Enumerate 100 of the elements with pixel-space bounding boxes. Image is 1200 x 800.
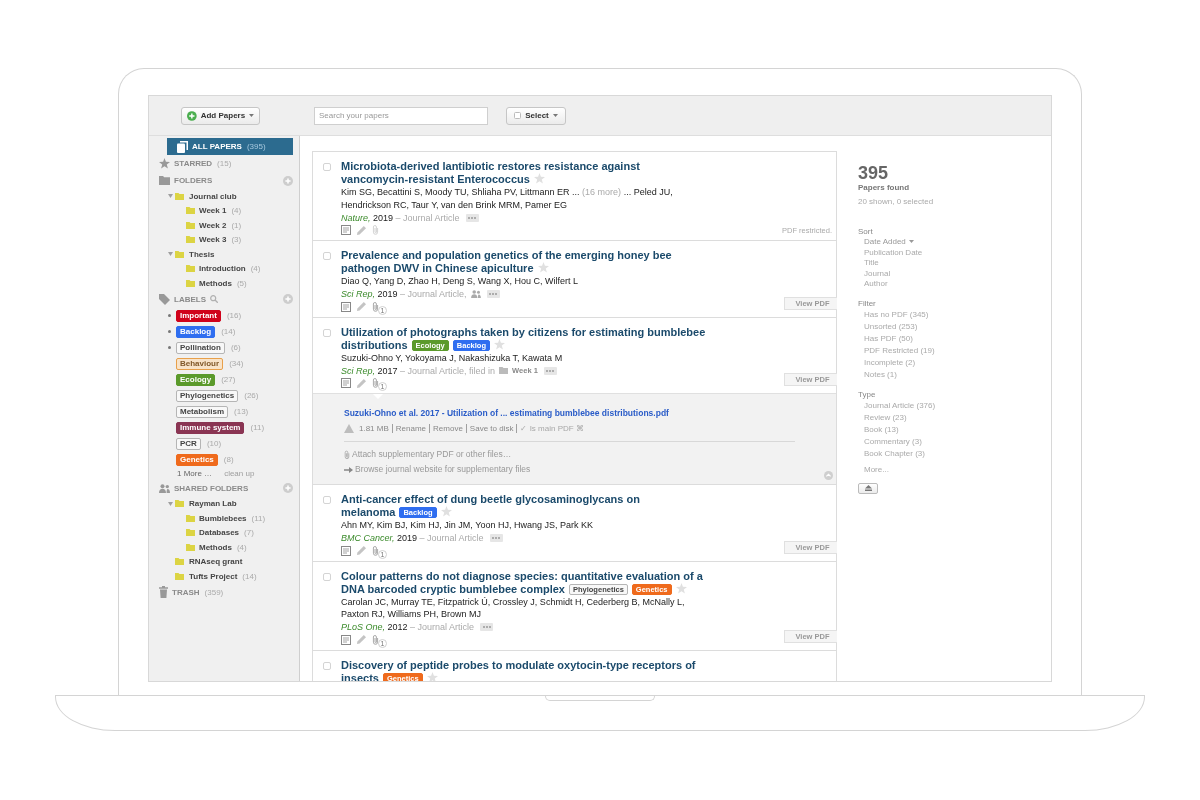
- checkbox[interactable]: [323, 496, 331, 504]
- more-labels-link[interactable]: 1 More …: [177, 469, 213, 478]
- collapse-icon[interactable]: [824, 471, 833, 480]
- filter-option[interactable]: Unsorted (253): [858, 320, 918, 333]
- sidebar-item[interactable]: LABELS: [149, 290, 206, 308]
- authors-text: Suzuki-Ohno Y, Yokoyama J, Nakashizuka T, Kawata M: [341, 351, 564, 364]
- paperclip-icon[interactable]: [372, 378, 379, 388]
- label-tag[interactable]: Immune system: [176, 421, 245, 434]
- pencil-icon[interactable]: [357, 378, 366, 388]
- note-icon[interactable]: [341, 634, 351, 645]
- more-button[interactable]: [465, 213, 479, 222]
- more-link[interactable]: More...: [858, 463, 889, 476]
- sidebar-item[interactable]: FOLDERS: [149, 172, 283, 189]
- star-icon[interactable]: [537, 262, 549, 273]
- more-button[interactable]: [489, 534, 503, 542]
- label-tag[interactable]: Ecology: [176, 373, 216, 386]
- sort-option[interactable]: Publication Date: [858, 247, 923, 258]
- caret-icon[interactable]: [168, 501, 173, 506]
- paperclip-icon[interactable]: [372, 545, 379, 556]
- note-icon[interactable]: [341, 225, 351, 235]
- add-icon[interactable]: [283, 175, 293, 186]
- eject-button[interactable]: [858, 482, 878, 494]
- more-button[interactable]: [543, 366, 557, 375]
- sort-option[interactable]: Title: [858, 258, 879, 269]
- checkbox[interactable]: [323, 572, 331, 581]
- label-tag[interactable]: PCR: [176, 437, 201, 450]
- search-field[interactable]: Search your papers: [314, 106, 488, 125]
- clean-up-link[interactable]: clean up: [224, 469, 255, 478]
- note-icon[interactable]: [341, 545, 351, 556]
- caret-icon[interactable]: [168, 252, 173, 257]
- attach-files-link[interactable]: Attach supplementary PDF or other files…: [352, 448, 512, 461]
- folder-item[interactable]: Thesis: [149, 247, 299, 262]
- folder-item[interactable]: Bumblebees (11): [149, 511, 299, 526]
- folder-item[interactable]: Methods (4): [149, 540, 299, 555]
- add-papers-button[interactable]: Add Papers: [181, 106, 260, 125]
- item-count: (1): [231, 220, 242, 230]
- file-action-link[interactable]: Save to disk: [469, 423, 514, 433]
- folder-item[interactable]: Methods (5): [149, 276, 299, 291]
- file-action-link[interactable]: Rename: [395, 423, 427, 433]
- label-tag[interactable]: Pollination: [176, 341, 225, 354]
- more-button[interactable]: [486, 290, 500, 298]
- label-tag[interactable]: Metabolism: [176, 405, 228, 418]
- label-tag[interactable]: Genetics: [176, 453, 218, 466]
- sort-option[interactable]: Journal: [858, 268, 891, 279]
- folder-item[interactable]: RNAseq grant: [149, 554, 299, 569]
- star-icon[interactable]: [494, 338, 505, 350]
- pencil-icon[interactable]: [357, 302, 366, 311]
- label-tag[interactable]: Important: [176, 309, 221, 322]
- file-action-link[interactable]: Remove: [433, 423, 463, 433]
- browse-website-link[interactable]: Browse journal website for supplementary files: [355, 463, 531, 476]
- search-icon[interactable]: [210, 295, 218, 303]
- label-tag[interactable]: Behaviour: [176, 357, 224, 370]
- note-icon[interactable]: [341, 301, 351, 312]
- type-option[interactable]: Review (23): [858, 411, 907, 424]
- sidebar-item[interactable]: TRASH (359): [149, 583, 293, 601]
- folder-item[interactable]: Journal club: [149, 189, 299, 204]
- label-tag[interactable]: Phylogenetics: [176, 389, 239, 402]
- paper-title[interactable]: Microbiota-derived lantibiotic restores resistance against vancomycin-resistant Enterococcus: [341, 160, 708, 186]
- filter-option[interactable]: Notes (1): [858, 368, 897, 381]
- filter-option[interactable]: Incomplete (2): [858, 356, 916, 369]
- pencil-icon[interactable]: [357, 546, 366, 555]
- star-icon[interactable]: [440, 506, 452, 517]
- paperclip-icon[interactable]: [372, 634, 379, 645]
- add-icon[interactable]: [283, 294, 293, 304]
- checkbox[interactable]: [323, 252, 331, 260]
- folder-item[interactable]: Rayman Lab: [149, 496, 299, 511]
- folder-item[interactable]: Week 2 (1): [149, 218, 299, 233]
- pdf-file-link[interactable]: Suzuki-Ohno et al. 2017 - Utilization of ... estimating bumblebee distributions.pdf: [344, 407, 669, 419]
- filter-option[interactable]: Has no PDF (345): [858, 308, 929, 321]
- checkbox[interactable]: [323, 328, 331, 337]
- item-count: (34): [229, 359, 244, 368]
- filter-option[interactable]: PDF Restricted (19): [858, 344, 935, 357]
- folder-item[interactable]: Introduction (4): [149, 261, 299, 276]
- label-tag[interactable]: Backlog: [176, 325, 216, 338]
- type-option[interactable]: Book (13): [858, 423, 899, 436]
- type-option[interactable]: Journal Article (376): [858, 399, 936, 412]
- pencil-icon[interactable]: [357, 225, 366, 235]
- star-icon[interactable]: [533, 173, 545, 184]
- caret-icon[interactable]: [168, 194, 173, 199]
- more-button[interactable]: [480, 623, 494, 631]
- checkbox[interactable]: [323, 163, 331, 171]
- filter-option[interactable]: Has PDF (50): [858, 332, 913, 345]
- select-button[interactable]: Select: [506, 106, 566, 125]
- sort-option[interactable]: Author: [858, 279, 888, 290]
- star-icon[interactable]: [675, 582, 687, 594]
- sidebar-item[interactable]: ALL PAPERS (395): [167, 138, 293, 155]
- paperclip-icon[interactable]: [372, 301, 379, 312]
- star-icon[interactable]: [426, 671, 438, 681]
- type-option[interactable]: Book Chapter (3): [858, 447, 925, 460]
- sort-option[interactable]: Date Added: [858, 237, 914, 248]
- checkbox[interactable]: [323, 661, 331, 670]
- paper-title[interactable]: Prevalence and population genetics of the emerging honey bee pathogen DWV in Chinese apiculture: [341, 249, 708, 275]
- folder-item[interactable]: Tufts Project (14): [149, 569, 299, 584]
- add-icon[interactable]: [283, 483, 293, 493]
- pencil-icon[interactable]: [357, 635, 366, 644]
- note-icon[interactable]: [341, 378, 351, 388]
- paperclip-icon[interactable]: [372, 225, 379, 235]
- sidebar-item[interactable]: SHARED FOLDERS: [149, 479, 283, 497]
- caret-icon: [552, 114, 558, 117]
- type-option[interactable]: Commentary (3): [858, 435, 922, 448]
